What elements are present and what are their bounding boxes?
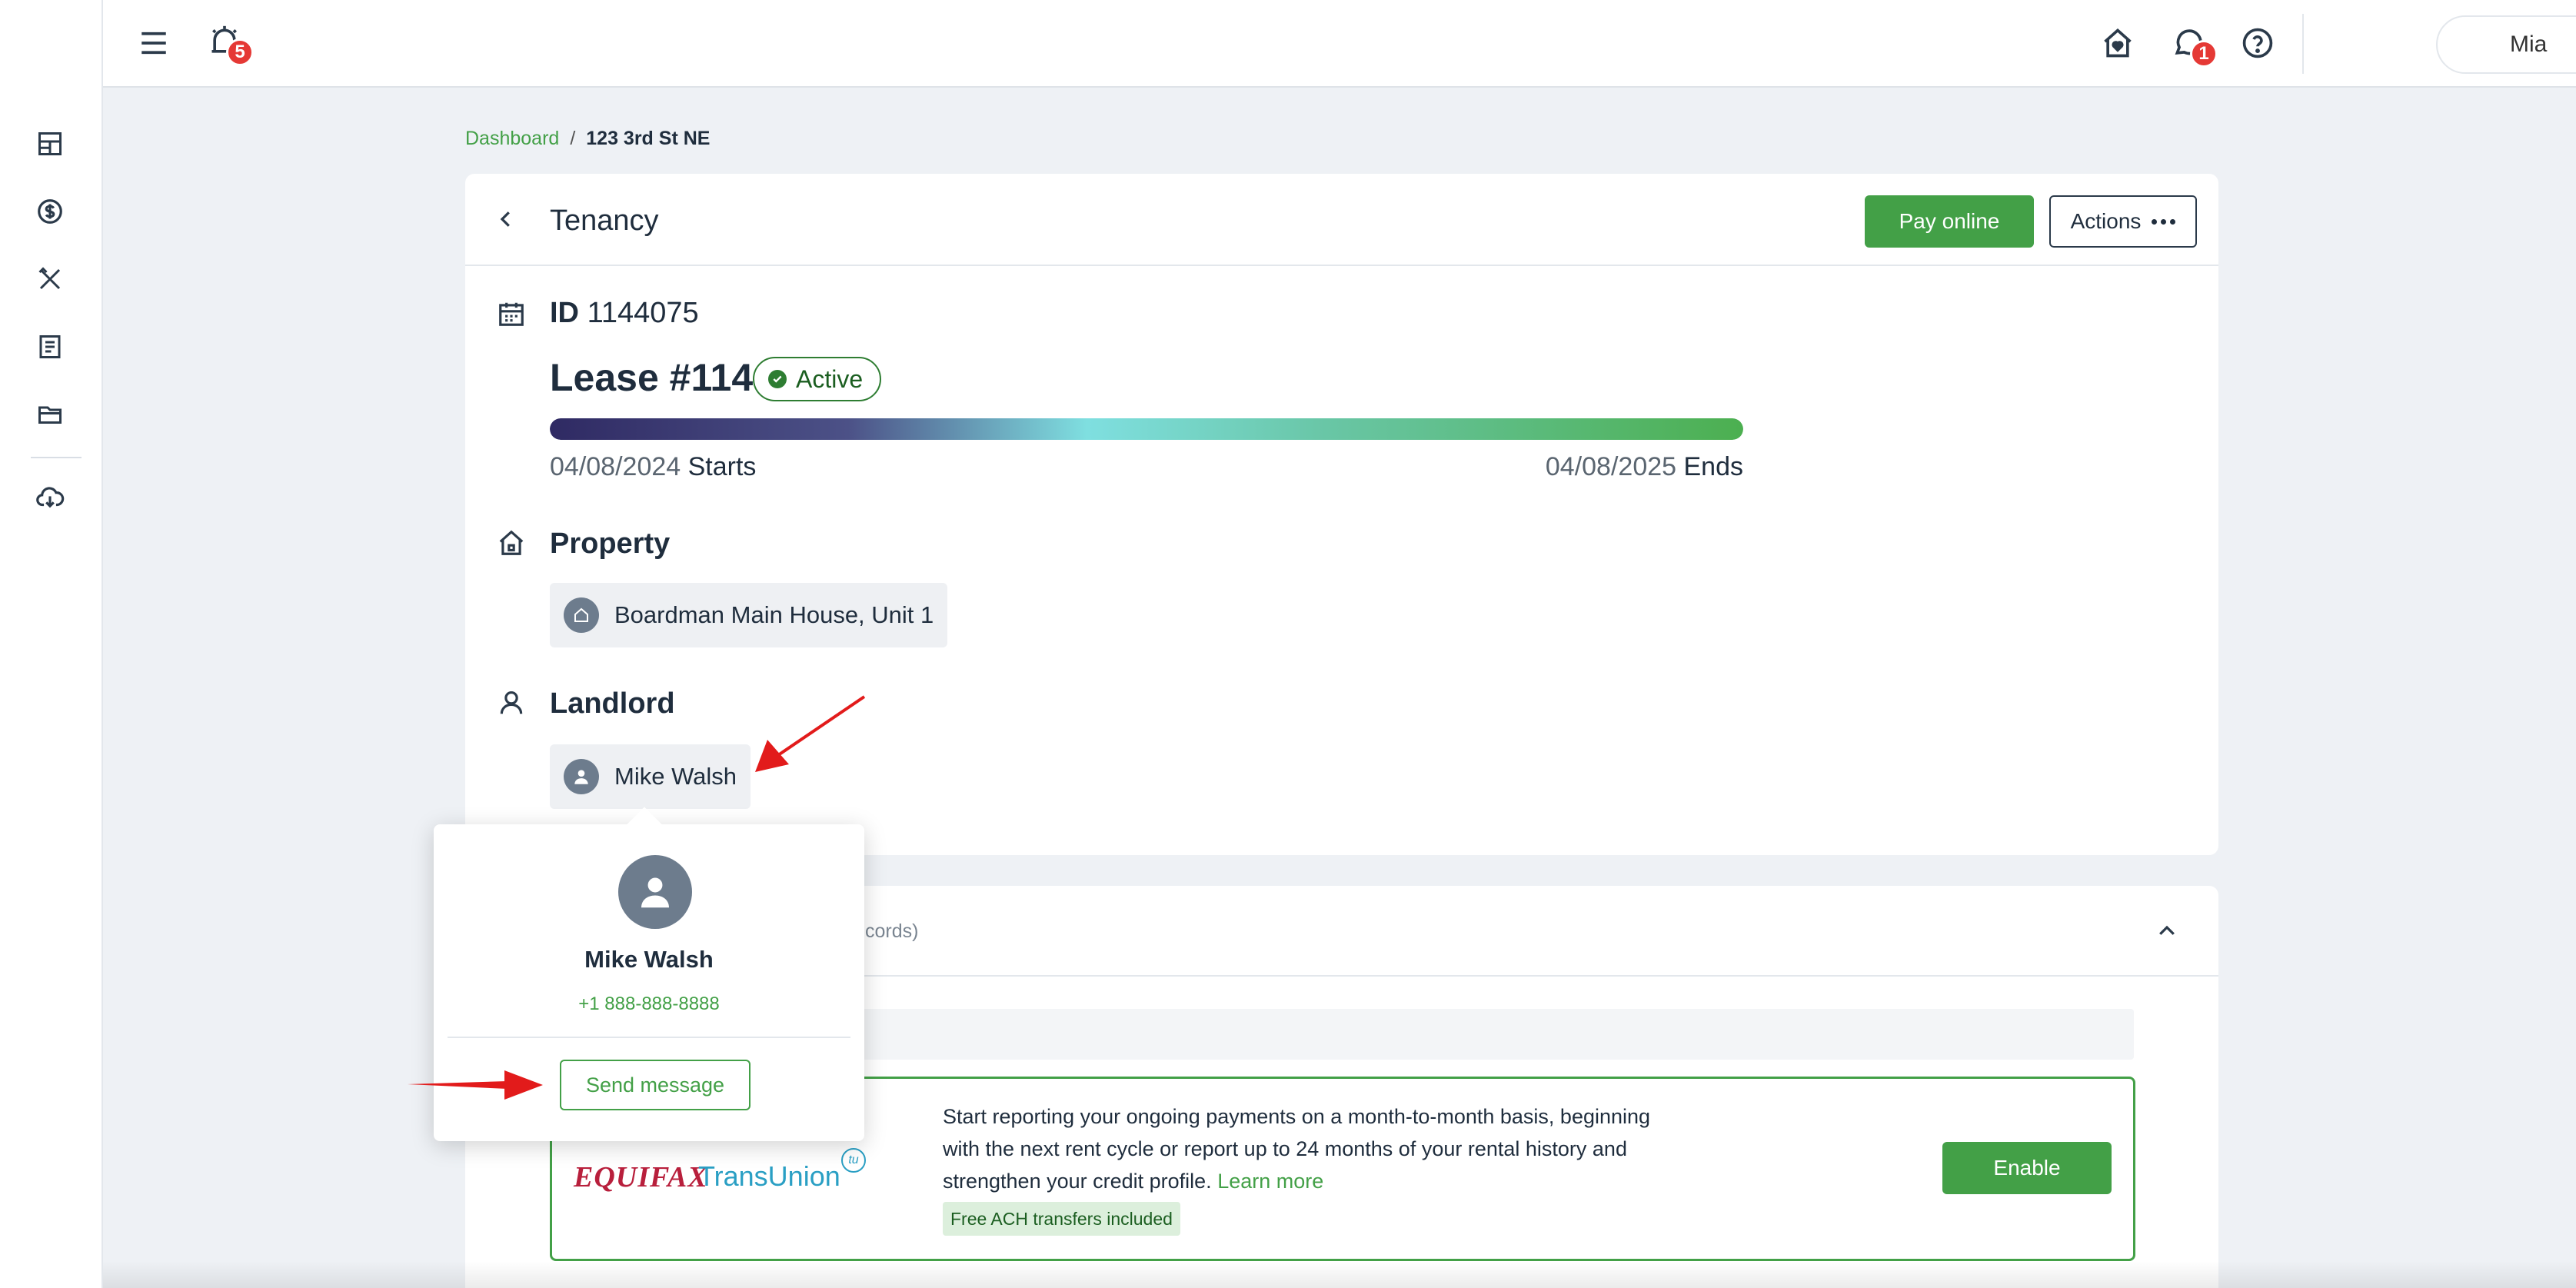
property-chip-icon <box>564 597 599 633</box>
status-badge: Active <box>753 357 882 401</box>
ach-badge: Free ACH transfers included <box>943 1202 1180 1236</box>
property-chip[interactable]: Boardman Main House, Unit 1 <box>550 583 948 647</box>
breadcrumb-current: 123 3rd St NE <box>586 128 711 149</box>
more-dots-icon <box>2152 218 2176 225</box>
home-heart-icon[interactable] <box>2098 23 2138 63</box>
landlord-avatar-icon <box>618 855 692 929</box>
popover-landlord-phone[interactable]: +1 888-888-8888 <box>434 993 864 1015</box>
landlord-heading: Landlord <box>550 687 675 720</box>
payments-dollar-icon[interactable] <box>32 194 68 229</box>
cloud-download-icon[interactable] <box>32 480 68 515</box>
lease-end: 04/08/2025 Ends <box>1546 452 1743 482</box>
tenancy-header: Tenancy Pay online Actions <box>465 174 2218 266</box>
tenancy-id-label: ID <box>550 297 579 329</box>
breadcrumb-dashboard-link[interactable]: Dashboard <box>465 128 559 150</box>
user-name: Mia <box>2510 32 2548 57</box>
back-chevron-icon[interactable] <box>488 201 524 237</box>
lease-start-word: Starts <box>687 452 757 481</box>
check-circle-icon <box>768 370 787 388</box>
learn-more-link[interactable]: Learn more <box>1217 1170 1323 1193</box>
landlord-person-icon <box>494 686 528 720</box>
landlord-chip[interactable]: Mike Walsh <box>550 744 751 809</box>
maintenance-tools-icon[interactable] <box>32 261 68 297</box>
tenancy-id: ID 1144075 <box>550 297 699 330</box>
lease-start: 04/08/2024 Starts <box>550 452 756 482</box>
calendar-icon <box>494 297 528 331</box>
popover-divider <box>448 1037 850 1038</box>
pay-online-button[interactable]: Pay online <box>1865 195 2034 248</box>
lease-start-date: 04/08/2024 <box>550 452 681 481</box>
popover-landlord-name: Mike Walsh <box>584 946 714 973</box>
alarm-bell-icon[interactable]: 5 <box>205 22 254 66</box>
tenancy-id-value: 1144075 <box>587 297 699 329</box>
send-message-button[interactable]: Send message <box>560 1060 751 1110</box>
topbar-divider <box>2302 14 2304 74</box>
user-menu[interactable]: Mia <box>2436 15 2576 74</box>
enable-button[interactable]: Enable <box>1942 1142 2112 1194</box>
property-home-icon <box>494 526 528 560</box>
credit-reporting-text: Start reporting your ongoing payments on… <box>943 1100 1681 1197</box>
help-question-icon[interactable] <box>2238 23 2278 63</box>
lease-end-word: Ends <box>1683 452 1744 481</box>
document-icon[interactable] <box>32 329 68 364</box>
records-count: cords) <box>865 920 919 942</box>
hamburger-menu-icon[interactable] <box>134 23 174 63</box>
landlord-name: Mike Walsh <box>614 763 737 790</box>
page-title: Tenancy <box>550 205 659 237</box>
left-sidebar <box>0 0 103 1288</box>
messages-count-badge: 1 <box>2190 40 2218 68</box>
notifications-count-badge: 5 <box>226 38 254 66</box>
property-heading: Property <box>550 528 671 560</box>
top-bar: 5 1 Mia <box>103 0 2576 88</box>
bottom-shadow <box>103 1261 2576 1288</box>
landlord-chip-avatar-icon <box>564 759 599 794</box>
transunion-logo: TransUnion <box>698 1160 840 1192</box>
landlord-popover: Mike Walsh +1 888-888-8888 Send message <box>434 807 864 1141</box>
tenancy-card: Tenancy Pay online Actions ID 1144075 Le… <box>465 174 2218 855</box>
lease-end-date: 04/08/2025 <box>1545 452 1677 481</box>
equifax-logo: EQUIFAX <box>574 1161 708 1193</box>
lease-progress-fill <box>550 418 1743 440</box>
status-label: Active <box>796 364 864 393</box>
dashboard-grid-icon[interactable] <box>32 126 68 161</box>
transunion-mark: tu <box>841 1148 866 1173</box>
chevron-up-icon[interactable] <box>2149 914 2185 949</box>
actions-label: Actions <box>2070 209 2142 233</box>
actions-button[interactable]: Actions <box>2049 195 2197 248</box>
property-name: Boardman Main House, Unit 1 <box>614 601 934 628</box>
sidebar-divider <box>31 457 82 458</box>
folder-icon[interactable] <box>32 397 68 432</box>
lease-progress-bar <box>550 418 1743 440</box>
lease-title: Lease #114 <box>550 356 754 399</box>
breadcrumb: Dashboard / 123 3rd St NE <box>465 128 710 150</box>
chat-bubble-icon[interactable]: 1 <box>2168 23 2218 68</box>
breadcrumb-separator: / <box>570 128 576 149</box>
